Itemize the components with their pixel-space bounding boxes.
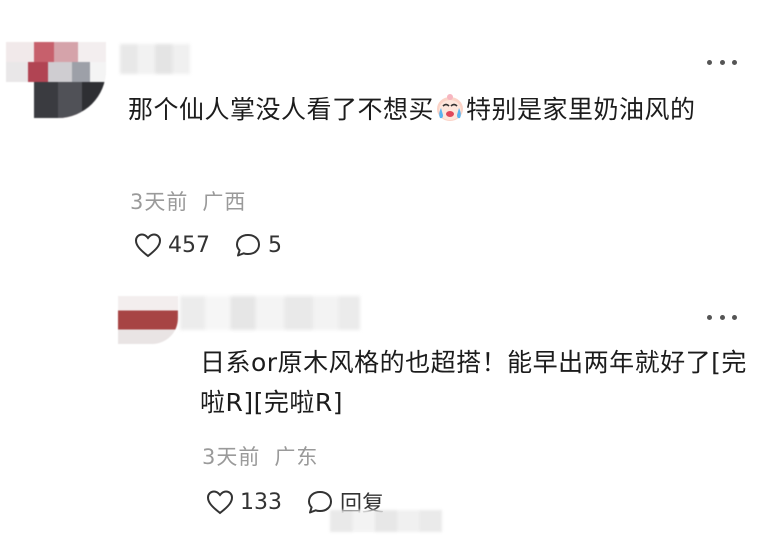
more-options-icon[interactable] [707, 56, 737, 68]
comment-bubble-icon [236, 234, 260, 257]
comment-text-part2: 特别是家里奶油风的 [466, 95, 696, 124]
reply-location: 广东 [274, 445, 319, 469]
comment-location: 广西 [202, 190, 247, 214]
avatar[interactable] [6, 42, 106, 118]
reply-count: 5 [268, 232, 282, 258]
reply-button[interactable]: 5 [234, 232, 282, 258]
watermark [330, 510, 442, 532]
reply-username-blurred[interactable] [180, 296, 360, 330]
crying-face-emoji-icon [437, 94, 464, 121]
reply-text[interactable]: 日系or原木风格的也超搭！能早出两年就好了[完啦R][完啦R] [200, 343, 760, 423]
like-count: 457 [168, 232, 210, 258]
comment-text-part1: 那个仙人掌没人看了不想买 [128, 95, 435, 124]
heart-icon [134, 233, 162, 258]
like-button[interactable]: 457 [134, 232, 210, 258]
reply-like-count: 133 [240, 489, 282, 515]
comment-text[interactable]: 那个仙人掌没人看了不想买 特别是家里奶油风的 [128, 90, 748, 130]
reply-avatar[interactable] [118, 296, 178, 344]
comment-actions: 457 5 [134, 232, 306, 258]
reply-time: 3天前 [202, 445, 261, 469]
heart-icon [206, 490, 234, 515]
comment-time: 3天前 [130, 190, 189, 214]
reply-like-button[interactable]: 133 [206, 489, 282, 515]
comment-meta: 3天前 广西 [130, 186, 246, 216]
reply-meta: 3天前 广东 [202, 441, 318, 471]
reply-more-options-icon[interactable] [707, 311, 737, 323]
username-blurred[interactable] [120, 44, 190, 74]
comment-thread: 那个仙人掌没人看了不想买 特别是家里奶油风的 3天前 广西 457 5 日系or… [0, 0, 776, 538]
